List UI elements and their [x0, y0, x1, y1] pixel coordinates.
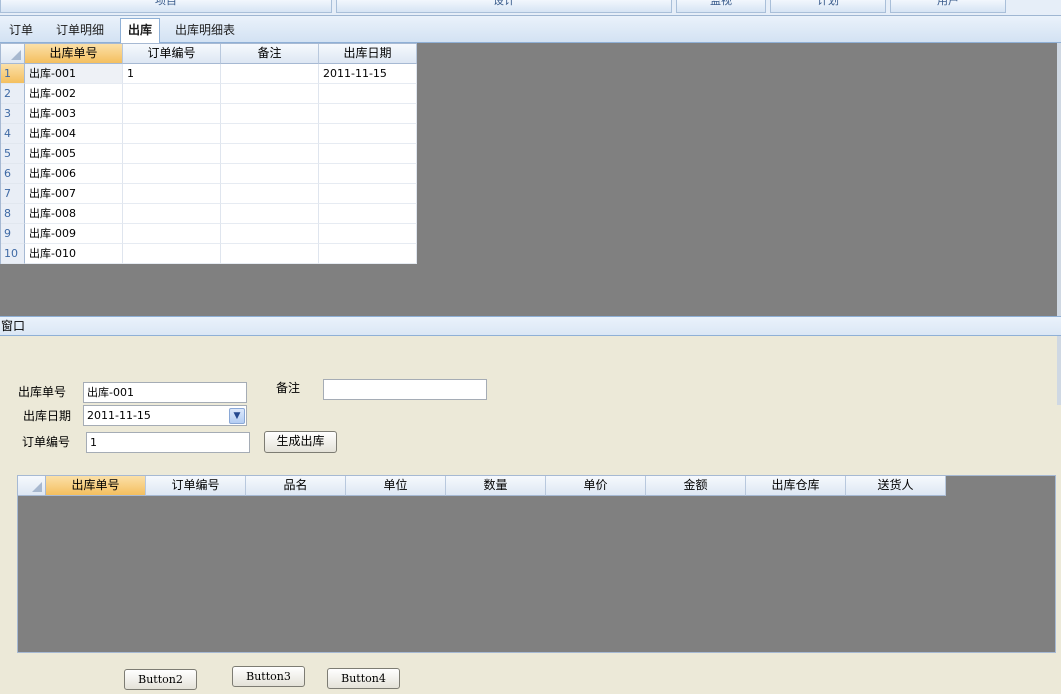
- table-cell[interactable]: 出库-004: [25, 124, 123, 144]
- table-cell[interactable]: [123, 224, 221, 244]
- table-cell[interactable]: [123, 104, 221, 124]
- remark-label: 备注: [276, 381, 301, 395]
- table-cell[interactable]: 出库-006: [25, 164, 123, 184]
- table-cell[interactable]: 出库-007: [25, 184, 123, 204]
- table-cell[interactable]: 出库-008: [25, 204, 123, 224]
- menu-item-monitor[interactable]: 监视: [676, 0, 766, 13]
- column-header[interactable]: 出库仓库: [746, 476, 846, 496]
- date-label: 出库日期: [23, 409, 72, 423]
- date-value: 2011-11-15: [87, 409, 151, 422]
- menu-item-plan[interactable]: 计划: [770, 0, 886, 13]
- column-header[interactable]: 送货人: [846, 476, 946, 496]
- column-header[interactable]: 品名: [246, 476, 346, 496]
- table-cell[interactable]: [123, 204, 221, 224]
- menu-item-project[interactable]: 项目: [0, 0, 332, 13]
- outbound-detail-grid[interactable]: 出库单号 订单编号 品名 单位 数量 单价 金额 出库仓库 送货人: [17, 475, 1056, 653]
- column-header[interactable]: 数量: [446, 476, 546, 496]
- table-cell[interactable]: [319, 164, 417, 184]
- row-header[interactable]: 5: [1, 144, 25, 164]
- column-header[interactable]: 金额: [646, 476, 746, 496]
- table-cell[interactable]: [319, 144, 417, 164]
- table-cell[interactable]: [319, 184, 417, 204]
- table-cell[interactable]: [319, 244, 417, 264]
- column-header[interactable]: 单位: [346, 476, 446, 496]
- row-header[interactable]: 6: [1, 164, 25, 184]
- table-cell[interactable]: [319, 84, 417, 104]
- tab-order[interactable]: 订单: [7, 19, 35, 42]
- column-header[interactable]: 单价: [546, 476, 646, 496]
- menu-item-design[interactable]: 设计: [336, 0, 672, 13]
- row-header[interactable]: 1: [1, 64, 25, 84]
- column-header-outbound-date[interactable]: 出库日期: [319, 44, 417, 64]
- date-picker[interactable]: 2011-11-15: [83, 405, 247, 426]
- table-cell[interactable]: [319, 204, 417, 224]
- row-header[interactable]: 4: [1, 124, 25, 144]
- table-cell[interactable]: [221, 224, 319, 244]
- table-cell[interactable]: [221, 144, 319, 164]
- table-cell[interactable]: [123, 84, 221, 104]
- table-cell[interactable]: [319, 124, 417, 144]
- table-cell[interactable]: [319, 224, 417, 244]
- table-cell[interactable]: 出库-009: [25, 224, 123, 244]
- row-header[interactable]: 3: [1, 104, 25, 124]
- outbound-no-input[interactable]: 出库-001: [83, 382, 247, 403]
- table-cell[interactable]: [221, 124, 319, 144]
- table-cell[interactable]: 2011-11-15: [319, 64, 417, 84]
- button2[interactable]: Button2: [124, 669, 197, 690]
- table-cell[interactable]: [319, 104, 417, 124]
- column-header-outbound-no[interactable]: 出库单号: [25, 44, 123, 64]
- table-cell[interactable]: 1: [123, 64, 221, 84]
- remark-input[interactable]: [323, 379, 487, 400]
- table-cell[interactable]: [221, 84, 319, 104]
- grid-corner-select-all[interactable]: [1, 44, 25, 64]
- table-cell[interactable]: [221, 184, 319, 204]
- menu-item-user[interactable]: 用户: [890, 0, 1006, 13]
- table-cell[interactable]: 出库-003: [25, 104, 123, 124]
- column-header-order-no[interactable]: 订单编号: [123, 44, 221, 64]
- table-cell[interactable]: [123, 164, 221, 184]
- generate-outbound-button[interactable]: 生成出库: [264, 431, 337, 453]
- table-cell[interactable]: [221, 204, 319, 224]
- order-no-input[interactable]: 1: [86, 432, 250, 453]
- row-header[interactable]: 8: [1, 204, 25, 224]
- table-cell[interactable]: 出库-010: [25, 244, 123, 264]
- table-cell[interactable]: [123, 124, 221, 144]
- chevron-down-icon[interactable]: ▼: [229, 408, 245, 424]
- order-no-label: 订单编号: [22, 435, 71, 449]
- row-header[interactable]: 7: [1, 184, 25, 204]
- row-header[interactable]: 2: [1, 84, 25, 104]
- table-cell[interactable]: [123, 144, 221, 164]
- button4[interactable]: Button4: [327, 668, 400, 689]
- tab-outbound[interactable]: 出库: [120, 18, 161, 43]
- table-cell[interactable]: [221, 64, 319, 84]
- table-cell[interactable]: [221, 104, 319, 124]
- column-header[interactable]: 订单编号: [146, 476, 246, 496]
- column-header-remark[interactable]: 备注: [221, 44, 319, 64]
- button3[interactable]: Button3: [232, 666, 305, 687]
- grid2-corner-select-all[interactable]: [18, 476, 46, 496]
- tab-order-detail[interactable]: 订单明细: [54, 19, 106, 42]
- table-cell[interactable]: 出库-005: [25, 144, 123, 164]
- outbound-grid[interactable]: 出库单号 订单编号 备注 出库日期 1 出库-001 1 2011-11-15 2 出库-…: [0, 43, 417, 264]
- window-title-bar: [0, 316, 1061, 336]
- table-cell[interactable]: [221, 244, 319, 264]
- vertical-scrollbar-edge[interactable]: [1057, 43, 1061, 405]
- table-cell[interactable]: 出库-001: [25, 64, 123, 84]
- table-cell[interactable]: 出库-002: [25, 84, 123, 104]
- outbound-no-label: 出库单号: [18, 385, 67, 399]
- row-header[interactable]: 10: [1, 244, 25, 264]
- window-title: 窗口: [1, 319, 26, 333]
- table-cell[interactable]: [221, 164, 319, 184]
- table-cell[interactable]: [123, 244, 221, 264]
- row-header[interactable]: 9: [1, 224, 25, 244]
- column-header[interactable]: 出库单号: [46, 476, 146, 496]
- tab-outbound-detail[interactable]: 出库明细表: [173, 19, 237, 42]
- table-cell[interactable]: [123, 184, 221, 204]
